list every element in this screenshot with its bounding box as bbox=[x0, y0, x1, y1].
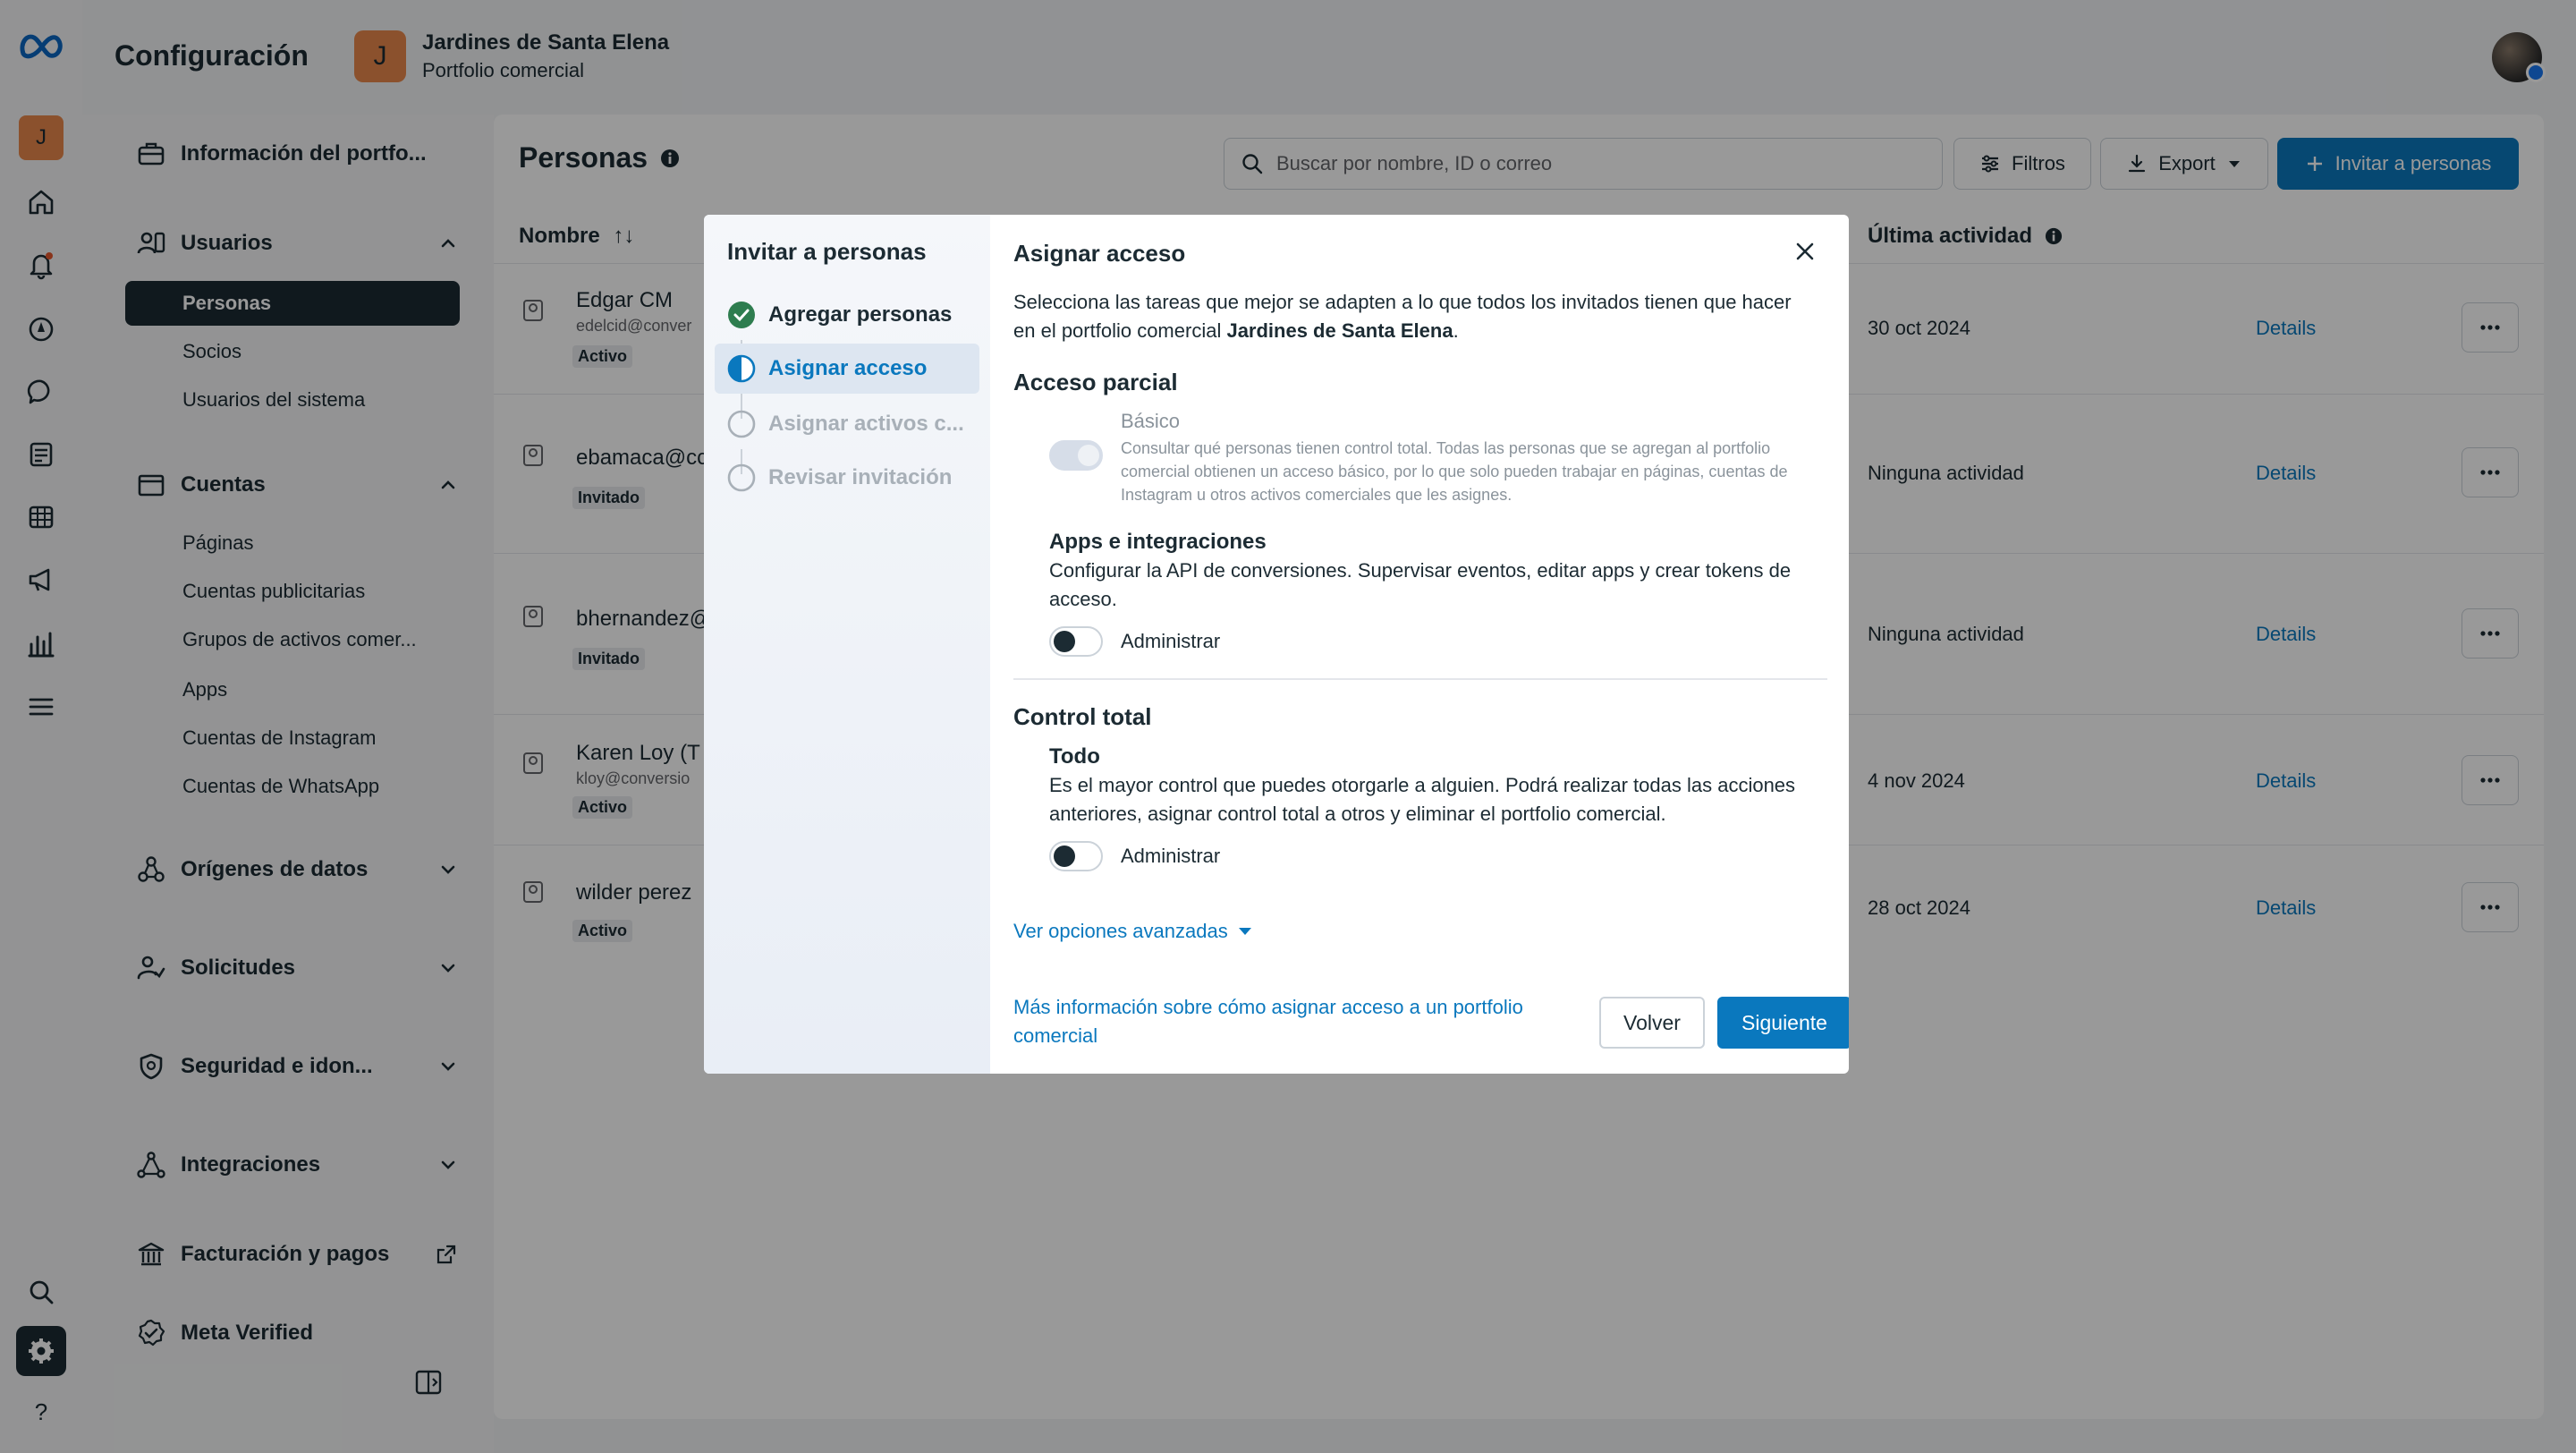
back-button[interactable]: Volver bbox=[1599, 997, 1705, 1049]
description-business-name: Jardines de Santa Elena bbox=[1226, 319, 1453, 342]
invite-people-dialog: Invitar a personas Agregar personas Asig… bbox=[704, 215, 1849, 1074]
advanced-options-link[interactable]: Ver opciones avanzadas bbox=[1013, 920, 1253, 943]
apps-integrations-description: Configurar la API de conversiones. Super… bbox=[1049, 559, 1792, 610]
toggle-knob bbox=[1078, 445, 1099, 466]
step-label: Agregar personas bbox=[768, 302, 953, 327]
basic-access-description: Consultar qué personas tienen control to… bbox=[1121, 439, 1788, 504]
full-control-all-title: Todo bbox=[1049, 744, 1100, 769]
full-control-admin-toggle[interactable] bbox=[1049, 841, 1103, 871]
section-full-control: Control total bbox=[1013, 703, 1152, 730]
apps-admin-toggle[interactable] bbox=[1049, 626, 1103, 657]
step-review-invitation[interactable]: Revisar invitación bbox=[715, 453, 979, 503]
help-link[interactable]: Más información sobre cómo asignar acces… bbox=[1013, 993, 1568, 1050]
full-control-admin-label: Administrar bbox=[1121, 845, 1221, 867]
basic-access-toggle bbox=[1049, 440, 1103, 471]
step-assign-access[interactable]: Asignar acceso bbox=[715, 344, 979, 394]
caret-down-icon bbox=[1238, 928, 1251, 935]
close-icon[interactable] bbox=[1793, 240, 1817, 263]
wizard-title: Invitar a personas bbox=[727, 238, 927, 265]
step-assign-assets[interactable]: Asignar activos c... bbox=[715, 399, 979, 449]
section-divider bbox=[1013, 678, 1827, 680]
step-add-people[interactable]: Agregar personas bbox=[715, 290, 979, 340]
section-partial-access: Acceso parcial bbox=[1013, 369, 1178, 395]
wizard-steps: Invitar a personas Agregar personas Asig… bbox=[704, 215, 990, 1074]
apps-integrations-title: Apps e integraciones bbox=[1049, 530, 1267, 554]
step-label: Asignar acceso bbox=[768, 356, 928, 380]
dialog-title: Asignar acceso bbox=[1013, 240, 1186, 267]
description-period: . bbox=[1453, 319, 1459, 342]
half-circle-icon bbox=[727, 354, 756, 383]
apps-admin-label: Administrar bbox=[1121, 630, 1221, 652]
empty-circle-icon bbox=[727, 463, 756, 492]
advanced-options-label: Ver opciones avanzadas bbox=[1013, 920, 1228, 942]
toggle-knob bbox=[1054, 845, 1075, 867]
dialog-content: Asignar acceso Selecciona las tareas que… bbox=[990, 215, 1849, 1074]
empty-circle-icon bbox=[727, 410, 756, 438]
basic-access-label: Básico bbox=[1121, 410, 1181, 432]
full-control-description: Es el mayor control que puedes otorgarle… bbox=[1049, 774, 1796, 825]
dialog-description: Selecciona las tareas que mejor se adapt… bbox=[1013, 288, 1818, 345]
step-label: Asignar activos c... bbox=[768, 412, 964, 436]
next-button[interactable]: Siguiente bbox=[1717, 997, 1849, 1049]
step-label: Revisar invitación bbox=[768, 465, 953, 489]
check-circle-icon bbox=[728, 302, 755, 328]
toggle-knob bbox=[1054, 631, 1075, 652]
